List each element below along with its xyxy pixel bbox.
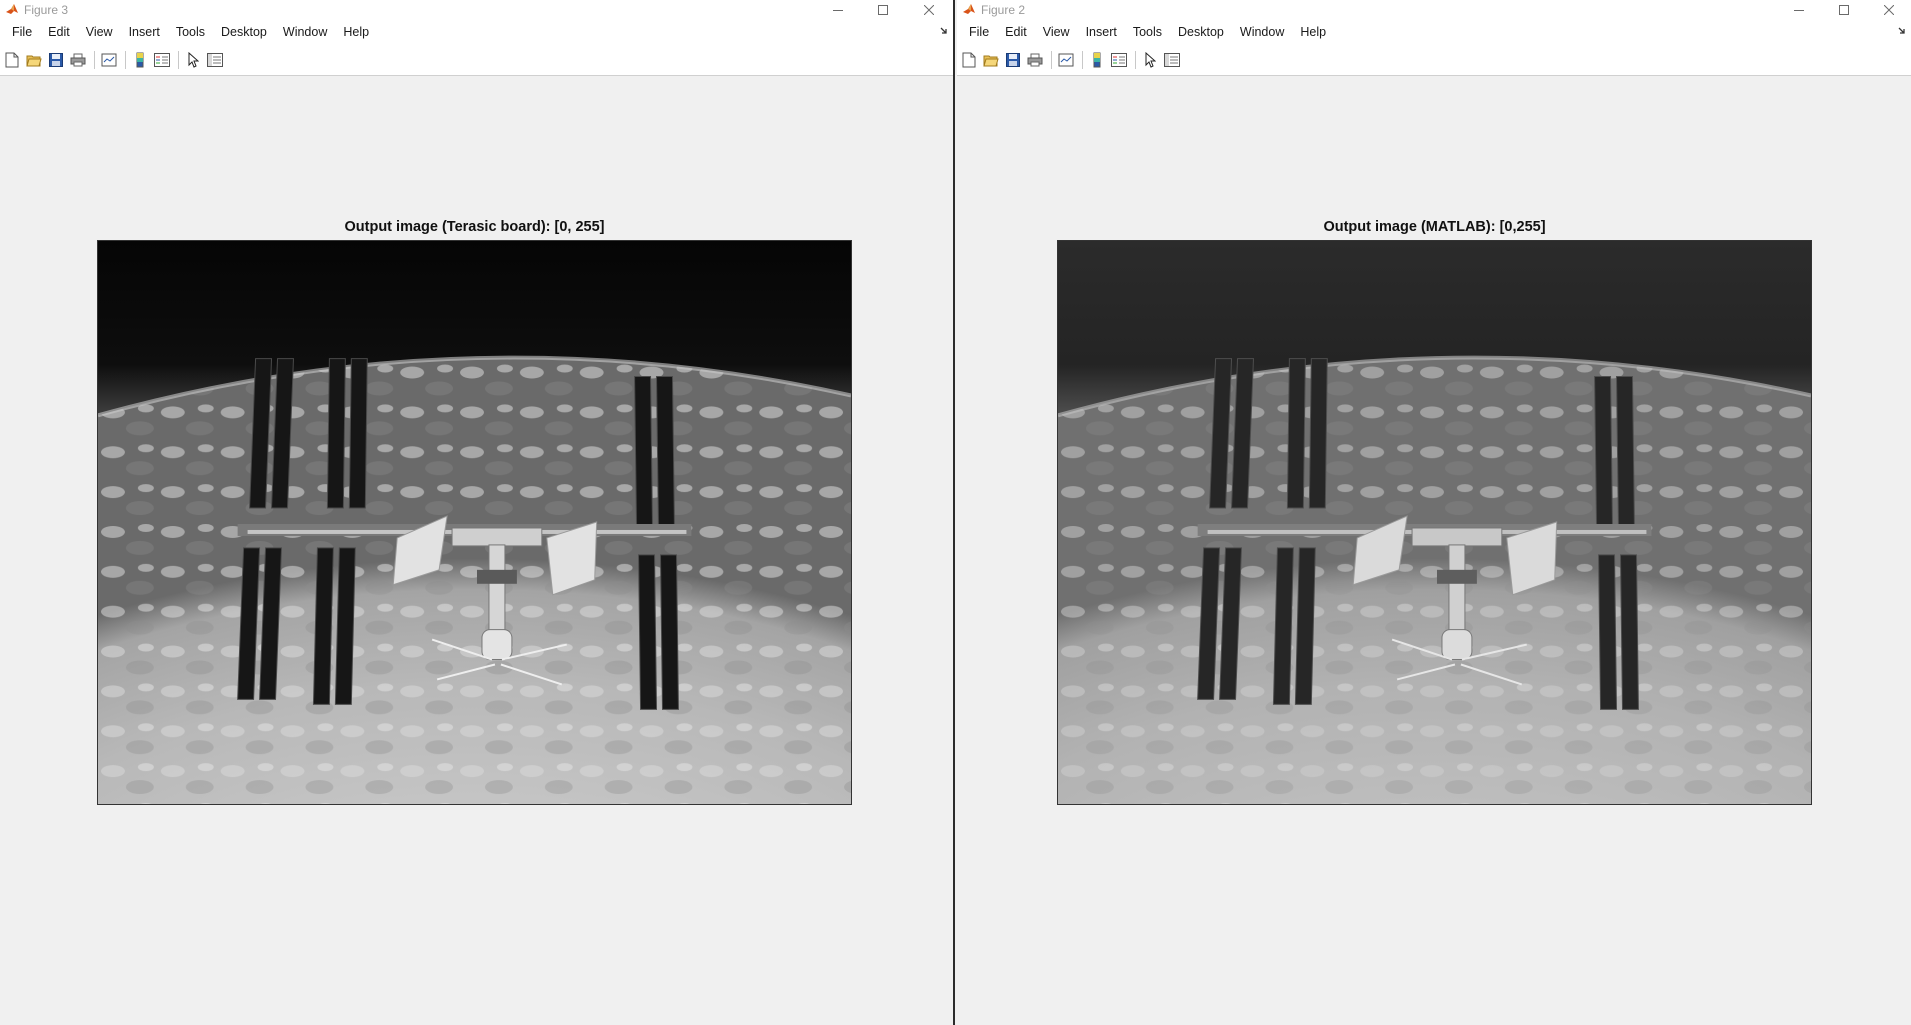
- link-plot-icon: [1058, 53, 1073, 67]
- property-inspector-button[interactable]: [1162, 51, 1181, 70]
- menu-file[interactable]: File: [4, 19, 40, 45]
- menu-desktop[interactable]: Desktop: [213, 19, 275, 45]
- insert-colorbar-icon: [136, 52, 143, 68]
- new-figure-button[interactable]: [959, 51, 978, 70]
- save-button[interactable]: [46, 51, 65, 70]
- minimize-button[interactable]: [1776, 0, 1821, 19]
- link-plot-button[interactable]: [99, 51, 118, 70]
- figure-canvas: Output image (MATLAB): [0,255]: [957, 77, 1911, 1025]
- open-file-icon: [25, 55, 42, 67]
- print-button[interactable]: [1025, 51, 1044, 70]
- matlab-logo-icon: [6, 4, 18, 14]
- link-plot-button[interactable]: [1056, 51, 1075, 70]
- print-button[interactable]: [68, 51, 87, 70]
- figure-toolbar: [957, 45, 1911, 76]
- maximize-icon: [877, 4, 888, 15]
- maximize-icon: [1838, 4, 1849, 15]
- dock-figure-icon[interactable]: [939, 26, 949, 36]
- insert-colorbar-button[interactable]: [1087, 51, 1106, 70]
- menu-edit[interactable]: Edit: [997, 19, 1035, 45]
- open-file-icon: [982, 55, 999, 67]
- toolbar-separator: [1051, 51, 1052, 69]
- save-button[interactable]: [1003, 51, 1022, 70]
- insert-legend-icon: [1110, 53, 1127, 67]
- menu-tools[interactable]: Tools: [168, 19, 213, 45]
- menu-window[interactable]: Window: [275, 19, 335, 45]
- close-icon: [1883, 4, 1894, 15]
- title-bar[interactable]: Figure 2: [957, 0, 1911, 19]
- close-button[interactable]: [1866, 0, 1911, 19]
- open-file-button[interactable]: [24, 51, 43, 70]
- toolbar-separator: [1082, 51, 1083, 69]
- menu-view[interactable]: View: [1035, 19, 1078, 45]
- dock-figure-icon[interactable]: [1897, 26, 1907, 36]
- menu-bar: File Edit View Insert Tools Desktop Wind…: [0, 19, 953, 45]
- link-plot-icon: [101, 53, 116, 67]
- property-inspector-button[interactable]: [205, 51, 224, 70]
- edit-plot-arrow-icon: [1145, 52, 1156, 68]
- menu-file[interactable]: File: [961, 19, 997, 45]
- minimize-icon: [832, 9, 843, 11]
- menu-insert[interactable]: Insert: [1078, 19, 1125, 45]
- figure-window-3: Figure 3 File Edit View Insert Tools Des…: [0, 0, 955, 1025]
- output-image-axes[interactable]: [1057, 240, 1812, 805]
- edit-plot-button[interactable]: [183, 51, 202, 70]
- property-inspector-icon: [1163, 53, 1180, 67]
- menu-insert[interactable]: Insert: [121, 19, 168, 45]
- print-icon: [70, 53, 85, 67]
- save-icon: [48, 53, 63, 67]
- maximize-button[interactable]: [1821, 0, 1866, 19]
- menu-window[interactable]: Window: [1232, 19, 1292, 45]
- menu-tools[interactable]: Tools: [1125, 19, 1170, 45]
- new-figure-button[interactable]: [2, 51, 21, 70]
- figure-window-2: Figure 2 File Edit View Insert Tools Des…: [957, 0, 1911, 1025]
- figure-canvas: Output image (Terasic board): [0, 255]: [0, 77, 953, 1025]
- edit-plot-arrow-icon: [188, 52, 199, 68]
- close-icon: [923, 4, 934, 15]
- figure-toolbar: [0, 45, 953, 76]
- new-figure-icon: [5, 52, 18, 68]
- save-icon: [1005, 53, 1020, 67]
- axes-title: Output image (MATLAB): [0,255]: [1323, 219, 1546, 235]
- title-bar[interactable]: Figure 3: [0, 0, 953, 19]
- insert-colorbar-icon: [1093, 52, 1100, 68]
- open-file-button[interactable]: [981, 51, 1000, 70]
- menu-edit[interactable]: Edit: [40, 19, 78, 45]
- toolbar-separator: [125, 51, 126, 69]
- minimize-icon: [1793, 9, 1804, 11]
- matlab-logo-icon: [963, 4, 975, 14]
- window-title: Figure 3: [24, 3, 69, 17]
- menu-help[interactable]: Help: [335, 19, 377, 45]
- maximize-button[interactable]: [860, 0, 905, 19]
- new-figure-icon: [962, 52, 975, 68]
- toolbar-separator: [178, 51, 179, 69]
- axes-title: Output image (Terasic board): [0, 255]: [344, 219, 605, 235]
- menu-bar: File Edit View Insert Tools Desktop Wind…: [957, 19, 1911, 45]
- edit-plot-button[interactable]: [1140, 51, 1159, 70]
- insert-colorbar-button[interactable]: [130, 51, 149, 70]
- space-station-image: [98, 241, 851, 804]
- insert-legend-button[interactable]: [152, 51, 171, 70]
- window-title: Figure 2: [981, 3, 1026, 17]
- minimize-button[interactable]: [815, 0, 860, 19]
- insert-legend-icon: [153, 53, 170, 67]
- toolbar-separator: [94, 51, 95, 69]
- space-station-image: [1058, 241, 1811, 804]
- output-image-axes[interactable]: [97, 240, 852, 805]
- print-icon: [1027, 53, 1042, 67]
- insert-legend-button[interactable]: [1109, 51, 1128, 70]
- menu-desktop[interactable]: Desktop: [1170, 19, 1232, 45]
- menu-view[interactable]: View: [78, 19, 121, 45]
- toolbar-separator: [1135, 51, 1136, 69]
- property-inspector-icon: [206, 53, 223, 67]
- menu-help[interactable]: Help: [1292, 19, 1334, 45]
- close-button[interactable]: [906, 0, 951, 19]
